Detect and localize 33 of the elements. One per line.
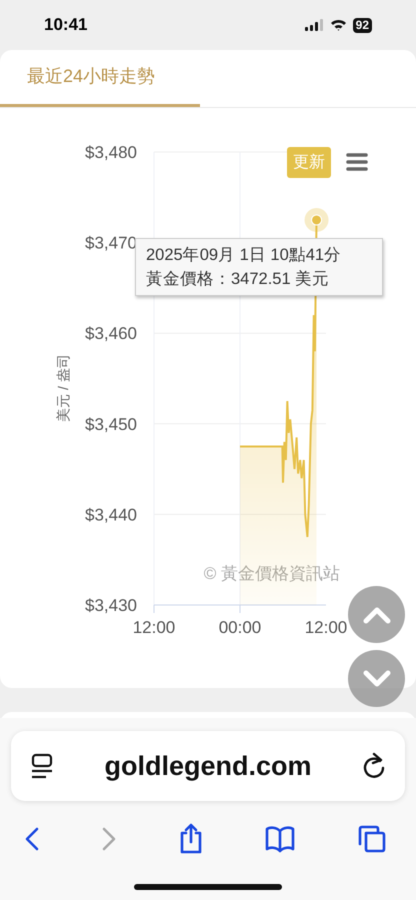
clock-time: 10:41 [44, 15, 88, 35]
tooltip-text: 2025年09月 1日 10點41分 [146, 245, 342, 266]
wifi-icon [330, 19, 347, 31]
axis-tick-label: $3,430 [85, 596, 137, 615]
axis-tick-label: 00:00 [218, 618, 262, 637]
axis-tick-label: $3,460 [85, 324, 137, 344]
tabs-button[interactable] [358, 824, 386, 852]
battery-level: 92 [352, 18, 372, 32]
share-button[interactable] [180, 823, 202, 854]
axis-tick-label: $3,440 [85, 505, 137, 524]
back-icon [25, 826, 39, 850]
chevron-up-icon [362, 604, 392, 624]
forward-icon [102, 826, 116, 850]
page-menu-icon[interactable] [31, 753, 55, 779]
menu-icon[interactable] [346, 153, 368, 171]
tooltip-text: 黃金價格：3472.51 美元 [146, 269, 330, 290]
book-button[interactable] [264, 824, 295, 852]
signal-icon [304, 19, 324, 31]
address-bar[interactable]: goldlegend.com [11, 731, 405, 801]
axis-tick-label: $3,450 [85, 414, 137, 434]
axis-tick-label: 12:00 [304, 618, 348, 637]
back-button[interactable] [25, 826, 39, 850]
axis-tick-label: $3,480 [85, 143, 137, 162]
url-text[interactable]: goldlegend.com [104, 750, 312, 782]
share-icon [180, 823, 202, 854]
axis-title: 美元 / 盎司 [55, 354, 71, 422]
axis-tick-label: $3,470 [85, 234, 137, 253]
highlighted-point [304, 208, 329, 232]
tabs-icon [358, 824, 386, 852]
axis-tick-label: 12:00 [132, 618, 176, 637]
book-icon [264, 824, 295, 852]
chevron-down-icon [362, 668, 392, 688]
watermark-text: © 黃金價格資訊站 [204, 564, 340, 583]
